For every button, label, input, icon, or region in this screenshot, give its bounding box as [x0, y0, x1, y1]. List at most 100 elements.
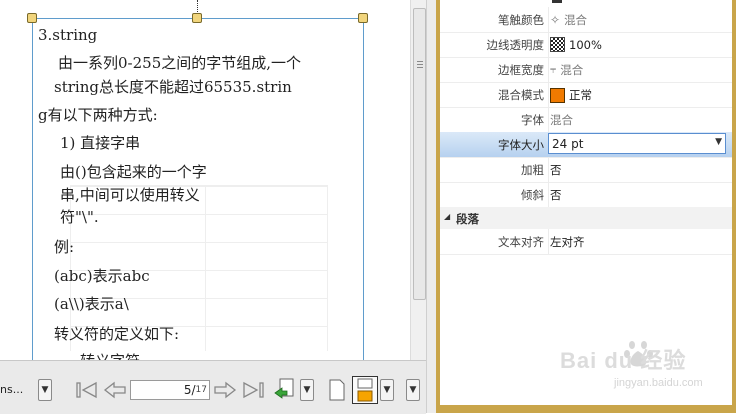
- zoom-dropdown-button[interactable]: ▼: [38, 379, 52, 401]
- property-row-bold[interactable]: 加粗 否: [440, 157, 732, 183]
- doc-line: 转义符的定义如下:: [54, 325, 180, 343]
- first-page-button[interactable]: [74, 379, 100, 401]
- continuous-view-button[interactable]: [352, 376, 378, 404]
- column-divider: [548, 57, 549, 82]
- property-row-italic[interactable]: 倾斜 否: [440, 182, 732, 208]
- arrow-left-icon: [103, 381, 126, 399]
- watermark-brand: Bai du 经验: [560, 348, 687, 373]
- current-page-number: 5: [183, 383, 192, 397]
- property-label: 边线透明度: [486, 38, 545, 52]
- doc-line: (a\\)表示a\: [54, 295, 129, 313]
- zoom-text: ns...: [0, 383, 24, 396]
- property-row-font[interactable]: 字体 混合: [440, 107, 732, 133]
- bottom-toolbar: ns... ▼ 5/17 ▼ ▼ ▼: [0, 360, 426, 414]
- doc-heading: 3.string: [38, 26, 98, 44]
- property-value: 100%: [550, 37, 602, 52]
- property-label: 字体大小: [498, 138, 544, 152]
- property-label: 文本对齐: [498, 235, 544, 249]
- baidu-watermark: Bai du 经验 jingyan.baidu.com: [560, 335, 730, 405]
- property-value: ✧ 混合: [550, 12, 587, 28]
- doc-line: 串,中间可以使用转义: [60, 186, 200, 204]
- column-divider: [548, 229, 549, 254]
- italic-value: 否: [550, 188, 562, 202]
- total-pages: 17: [195, 385, 207, 395]
- doc-line: 1) 直接字串: [60, 134, 141, 152]
- doc-line: (abc)表示abc: [54, 267, 150, 285]
- last-page-button[interactable]: [240, 379, 266, 401]
- property-value: 否: [550, 162, 562, 178]
- doc-line: 由()包含起来的一个字: [60, 163, 207, 181]
- last-page-icon: [243, 381, 264, 399]
- doc-line: 由一系列0-255之间的字节组成,一个: [58, 54, 302, 72]
- two-pages-icon: [357, 378, 373, 402]
- zoom-combobox[interactable]: ns...: [0, 380, 38, 400]
- transparency-checker-icon: [550, 37, 565, 52]
- page-go-icon: [274, 378, 294, 399]
- blend-mode-value: 正常: [569, 88, 592, 102]
- column-divider: [548, 7, 549, 32]
- view-mode-dropdown-button[interactable]: ▼: [380, 379, 394, 401]
- font-value: 混合: [550, 113, 573, 127]
- property-row-border-width[interactable]: 边框宽度 ⫧ 混合: [440, 57, 732, 83]
- mixed-star-icon: ✧: [550, 13, 561, 27]
- resize-handle-top-middle[interactable]: [192, 13, 202, 23]
- resize-handle-top-left[interactable]: [27, 13, 37, 23]
- property-label: 倾斜: [521, 188, 544, 202]
- page-number-field[interactable]: 5/17: [130, 380, 210, 400]
- scrollbar-thumb[interactable]: [413, 8, 426, 300]
- property-row-blend-mode[interactable]: 混合模式 正常: [440, 82, 732, 108]
- column-divider: [548, 157, 549, 182]
- resize-handle-top-right[interactable]: [358, 13, 368, 23]
- doc-line: 转义字符: [80, 352, 140, 360]
- property-label: 字体: [521, 113, 544, 127]
- blend-color-swatch: [550, 87, 565, 103]
- navigation-dropdown-button[interactable]: ▼: [300, 379, 314, 401]
- property-row-font-size[interactable]: 字体大小 24 pt ▼: [440, 132, 732, 158]
- property-value: 正常: [550, 87, 592, 103]
- property-row-text-align[interactable]: 文本对齐 左对齐: [440, 229, 732, 255]
- property-value: 否: [550, 187, 562, 203]
- watermark-url: jingyan.baidu.com: [614, 377, 703, 389]
- vertical-scrollbar[interactable]: [410, 0, 427, 360]
- column-divider: [548, 182, 549, 207]
- property-value: 左对齐: [550, 234, 585, 250]
- property-label: 加粗: [521, 163, 544, 177]
- property-value: ⫧ 混合: [550, 62, 583, 78]
- document-canvas[interactable]: 3.string 由一系列0-255之间的字节组成,一个 string总长度不能…: [0, 0, 410, 360]
- collapse-triangle-icon[interactable]: ◢: [444, 212, 450, 221]
- column-divider: [548, 82, 549, 107]
- property-label: 混合模式: [498, 88, 544, 102]
- chevron-down-icon[interactable]: ▼: [715, 137, 722, 147]
- border-opacity-value: 100%: [569, 37, 602, 52]
- page-icon: [329, 379, 345, 401]
- doc-line: string总长度不能超过65535.strin: [54, 78, 292, 96]
- first-page-icon: [76, 381, 97, 399]
- property-label: 边框宽度: [498, 63, 544, 77]
- doc-line: 例:: [54, 238, 75, 256]
- property-value: 混合: [550, 112, 573, 128]
- doc-line: 符"\".: [60, 208, 99, 226]
- font-size-value: 24 pt: [552, 136, 584, 151]
- stroke-color-value: 混合: [564, 13, 588, 27]
- property-row-border-opacity[interactable]: 边线透明度 100%: [440, 32, 732, 58]
- go-to-page-button[interactable]: [272, 377, 298, 403]
- column-divider: [548, 32, 549, 57]
- toolbar-overflow-button[interactable]: ▼: [406, 379, 420, 401]
- single-page-view-button[interactable]: [326, 377, 348, 403]
- border-width-value: 混合: [560, 63, 584, 77]
- font-size-select[interactable]: 24 pt ▼: [548, 133, 726, 154]
- property-label: 笔触颜色: [498, 13, 544, 27]
- section-title: 段落: [456, 212, 479, 226]
- previous-page-button[interactable]: [102, 379, 128, 401]
- line-width-icon: ⫧: [550, 63, 557, 76]
- column-divider: [548, 107, 549, 132]
- scrollbar-grip-icon: [417, 61, 423, 62]
- previous-row-value-fragment: [552, 0, 562, 3]
- section-header-paragraph[interactable]: ◢ 段落: [440, 207, 732, 229]
- property-row-stroke-color[interactable]: 笔触颜色 ✧ 混合: [440, 7, 732, 33]
- bold-value: 否: [550, 163, 562, 177]
- next-page-button[interactable]: [212, 379, 238, 401]
- doc-line: g有以下两种方式:: [38, 106, 158, 124]
- arrow-right-icon: [214, 381, 237, 399]
- text-align-value: 左对齐: [550, 235, 585, 249]
